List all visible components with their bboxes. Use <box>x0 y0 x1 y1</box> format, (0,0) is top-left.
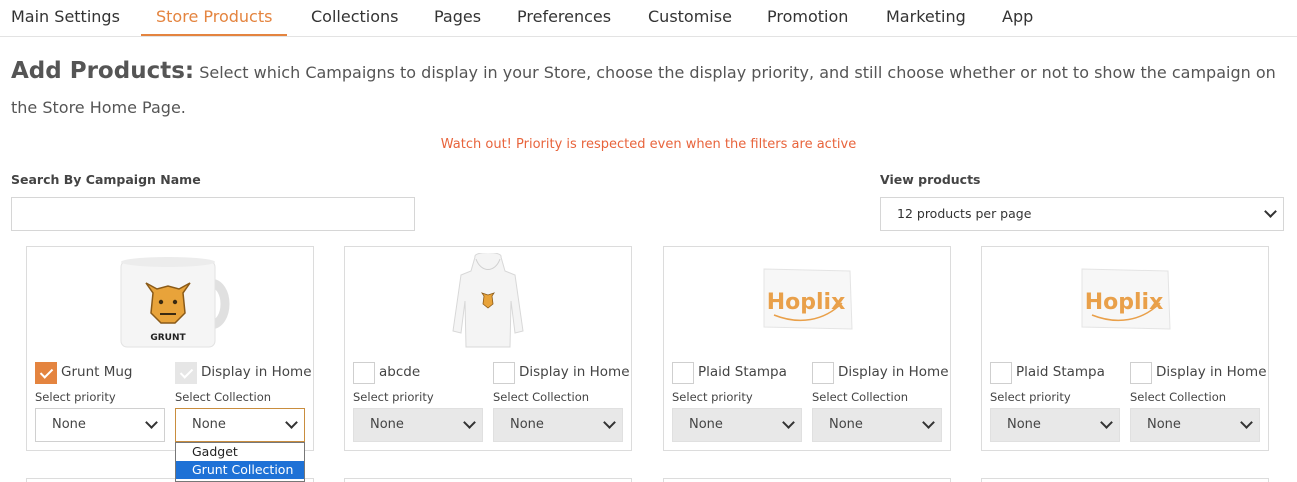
hoplix-flag-image: Hoplix <box>982 253 1268 353</box>
tab-promotion[interactable]: Promotion <box>767 0 848 36</box>
tab-customise[interactable]: Customise <box>648 0 732 36</box>
product-select-checkbox[interactable] <box>353 362 375 384</box>
tab-marketing[interactable]: Marketing <box>886 0 966 36</box>
dropdown-option-gadget[interactable]: Gadget <box>176 443 304 461</box>
collection-label: Select Collection <box>493 390 590 404</box>
collection-value: None <box>510 417 544 432</box>
product-card <box>981 478 1269 482</box>
display-in-home-label: Display in Home <box>519 364 630 380</box>
tab-app[interactable]: App <box>1002 0 1033 36</box>
chevron-down-icon <box>922 416 935 429</box>
dropdown-option-grunt-collection[interactable]: Grunt Collection <box>176 461 304 479</box>
tab-store-products[interactable]: Store Products <box>141 0 288 36</box>
page-heading: Add Products: Select which Campaigns to … <box>11 54 1286 125</box>
display-in-home-label: Display in Home <box>838 364 949 380</box>
page-title: Add Products: <box>11 58 195 84</box>
product-name: abcde <box>379 364 421 380</box>
product-select-checkbox[interactable] <box>35 362 57 384</box>
chevron-down-icon <box>782 416 795 429</box>
product-card: GRUNT Grunt Mug Display in Home Select p… <box>26 246 314 451</box>
collection-select[interactable]: None <box>493 408 623 442</box>
product-card <box>663 478 951 482</box>
search-label: Search By Campaign Name <box>11 172 201 187</box>
collection-label: Select Collection <box>812 390 909 404</box>
collection-label: Select Collection <box>1130 390 1227 404</box>
checkmark-icon <box>39 365 54 379</box>
view-products-value: 12 products per page <box>897 206 1032 221</box>
search-input[interactable] <box>11 197 415 231</box>
view-products-select[interactable]: 12 products per page <box>880 197 1284 231</box>
collection-dropdown-list: Gadget Grunt Collection <box>175 442 305 482</box>
chevron-down-icon <box>285 416 298 429</box>
collection-value: None <box>1147 417 1181 432</box>
product-name: Plaid Stampa <box>1016 364 1105 380</box>
display-in-home-checkbox[interactable] <box>812 362 834 384</box>
tab-collections[interactable]: Collections <box>311 0 398 36</box>
priority-select[interactable]: None <box>990 408 1120 442</box>
display-in-home-label: Display in Home <box>201 364 312 380</box>
hoplix-logo-text: Hoplix <box>1085 290 1164 315</box>
product-card <box>344 478 632 482</box>
chevron-down-icon <box>1100 416 1113 429</box>
product-card: abcde Display in Home Select priority Se… <box>344 246 632 451</box>
product-card: Hoplix Plaid Stampa Display in Home Sele… <box>663 246 951 451</box>
hoodie-image <box>345 252 631 353</box>
product-select-checkbox[interactable] <box>672 362 694 384</box>
product-name: Plaid Stampa <box>698 364 787 380</box>
priority-label: Select priority <box>35 390 116 404</box>
view-products-label: View products <box>880 172 981 187</box>
collection-value: None <box>192 417 226 432</box>
priority-value: None <box>689 417 723 432</box>
priority-value: None <box>52 417 86 432</box>
tab-main-settings[interactable]: Main Settings <box>11 0 120 36</box>
hoplix-flag-image: Hoplix <box>664 253 950 353</box>
tab-pages[interactable]: Pages <box>434 0 481 36</box>
product-card: Hoplix Plaid Stampa Display in Home Sele… <box>981 246 1269 451</box>
chevron-down-icon <box>603 416 616 429</box>
display-in-home-checkbox[interactable] <box>1130 362 1152 384</box>
grunt-mug-image: GRUNT <box>27 253 313 353</box>
display-in-home-checkbox[interactable] <box>493 362 515 384</box>
checkmark-icon <box>179 365 194 379</box>
collection-value: None <box>829 417 863 432</box>
tab-preferences[interactable]: Preferences <box>517 0 611 36</box>
priority-select[interactable]: None <box>35 408 165 442</box>
priority-warning: Watch out! Priority is respected even wh… <box>440 137 857 152</box>
collection-select[interactable]: None <box>175 408 305 442</box>
product-name: Grunt Mug <box>61 364 133 380</box>
priority-value: None <box>1007 417 1041 432</box>
collection-select[interactable]: None <box>812 408 942 442</box>
chevron-down-icon <box>145 416 158 429</box>
product-select-checkbox[interactable] <box>990 362 1012 384</box>
priority-label: Select priority <box>672 390 753 404</box>
collection-select[interactable]: None <box>1130 408 1260 442</box>
chevron-down-icon <box>1240 416 1253 429</box>
chevron-down-icon <box>463 416 476 429</box>
display-in-home-label: Display in Home <box>1156 364 1267 380</box>
priority-select[interactable]: None <box>672 408 802 442</box>
chevron-down-icon <box>1264 205 1277 218</box>
priority-label: Select priority <box>353 390 434 404</box>
display-in-home-checkbox[interactable] <box>175 362 197 384</box>
page-description: Select which Campaigns to display in you… <box>11 63 1276 117</box>
priority-select[interactable]: None <box>353 408 483 442</box>
collection-label: Select Collection <box>175 390 272 404</box>
tab-bar: Main Settings Store Products Collections… <box>0 0 1297 37</box>
hoplix-logo-text: Hoplix <box>767 290 846 315</box>
priority-label: Select priority <box>990 390 1071 404</box>
priority-value: None <box>370 417 404 432</box>
mug-print-text: GRUNT <box>150 333 186 343</box>
